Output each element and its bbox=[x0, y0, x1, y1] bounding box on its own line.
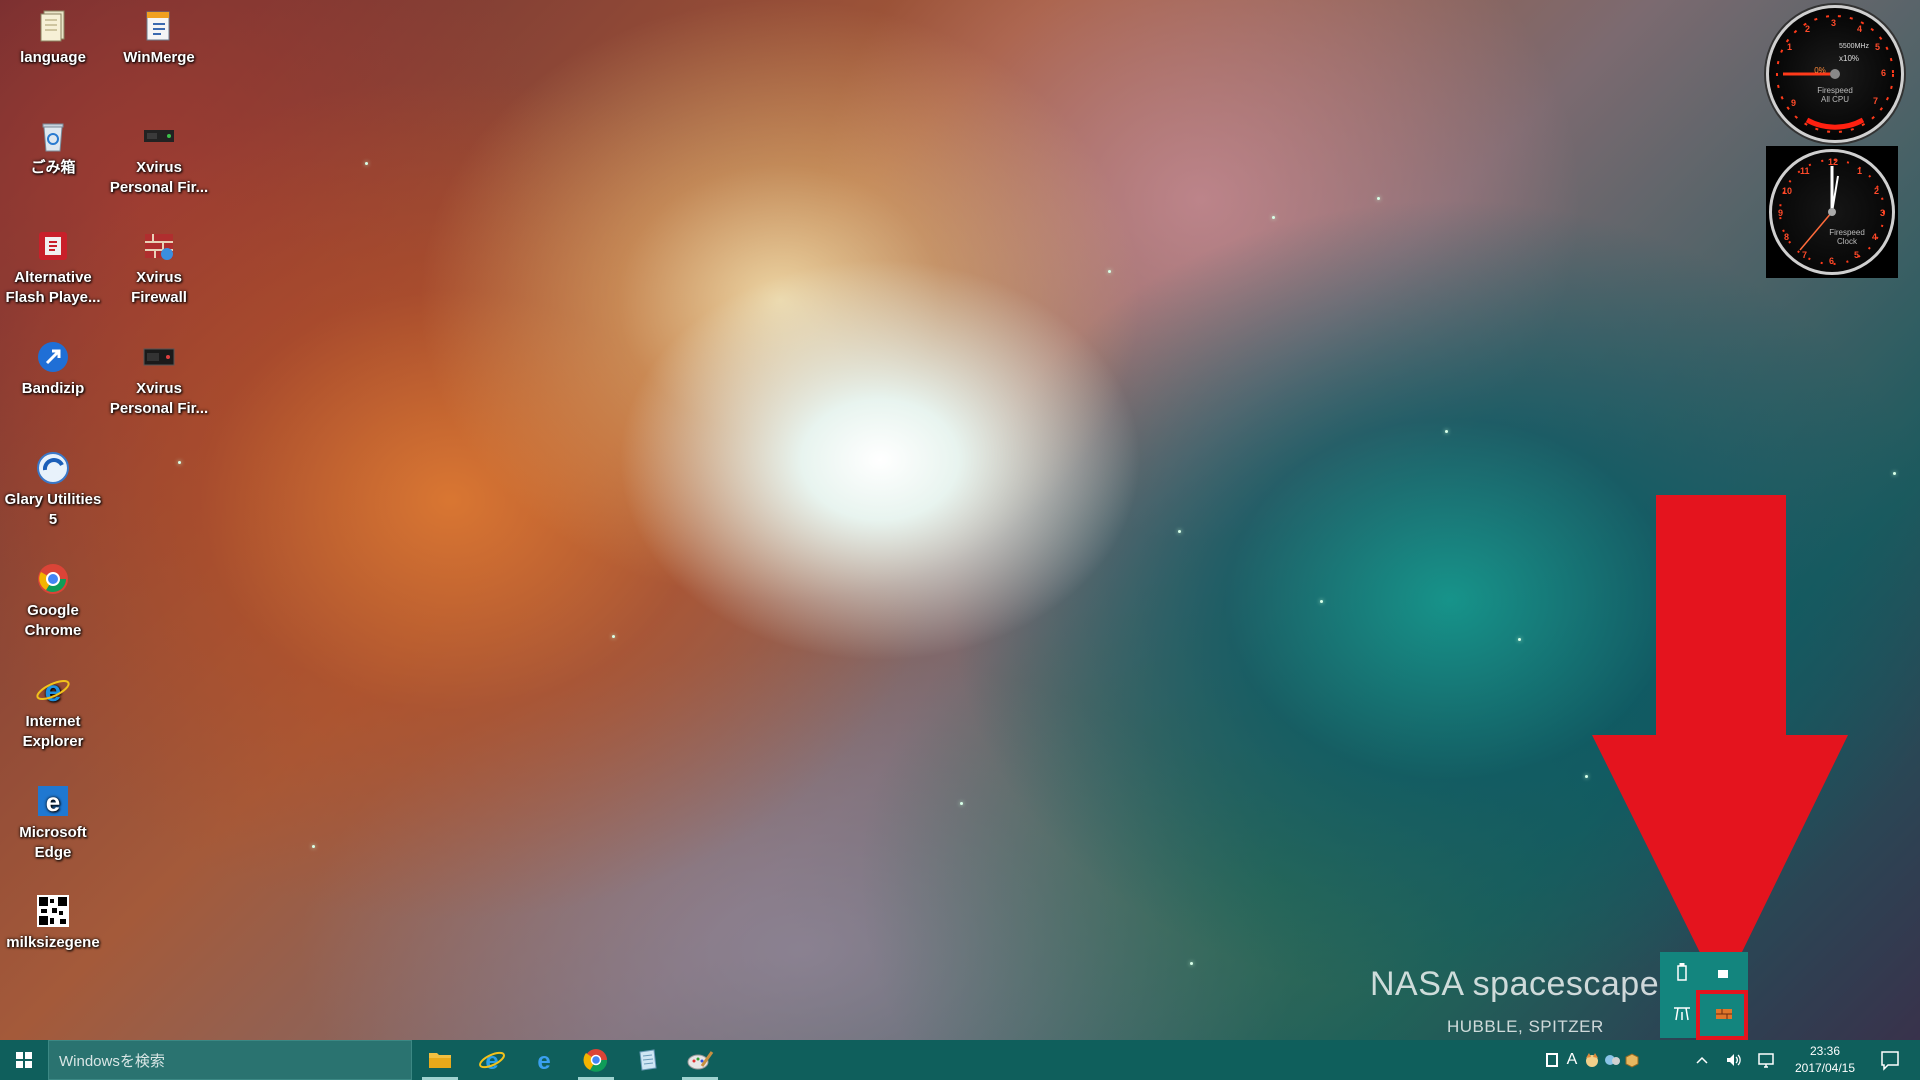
svg-text:e: e bbox=[46, 787, 60, 817]
windows-logo-icon bbox=[16, 1052, 32, 1068]
desktop-icon-internet-explorer[interactable]: e Internet Explorer bbox=[1, 672, 105, 752]
clock-caption-line1: Firespeed bbox=[1829, 228, 1865, 237]
network-icon[interactable] bbox=[1756, 1050, 1776, 1070]
desktop-icon-label: WinMerge bbox=[123, 49, 195, 66]
desktop-icon-label: Microsoft Edge bbox=[19, 824, 87, 861]
xvirus-firewall-icon bbox=[141, 228, 177, 264]
glary-utilities-icon bbox=[35, 450, 71, 486]
cpu-multiplier: x10% bbox=[1839, 54, 1860, 63]
flash-player-icon bbox=[35, 228, 71, 264]
desktop-icon-label: Bandizip bbox=[21, 380, 85, 397]
annotation-highlight-box bbox=[1696, 990, 1748, 1040]
internet-explorer-icon: e bbox=[35, 672, 71, 708]
taskbar-clock[interactable]: 23:36 2017/04/15 bbox=[1776, 1043, 1874, 1077]
desktop-icon-glary-utilities[interactable]: Glary Utilities 5 bbox=[1, 450, 105, 530]
desktop-icon-bandizip[interactable]: Bandizip bbox=[1, 339, 105, 399]
start-button[interactable] bbox=[0, 1040, 48, 1080]
desktop-icon-label: Xvirus Firewall bbox=[131, 269, 187, 306]
taskbar-search-box[interactable] bbox=[48, 1040, 412, 1080]
action-center-button[interactable] bbox=[1866, 1040, 1914, 1080]
tray-app-icon[interactable] bbox=[1542, 1050, 1562, 1070]
usb-device-icon[interactable] bbox=[1668, 960, 1696, 988]
xvirus-personal-firewall-icon bbox=[141, 118, 177, 154]
desktop-icon-flash-player[interactable]: Alternative Flash Playe... bbox=[1, 228, 105, 308]
edge-icon: e bbox=[35, 783, 71, 819]
search-input[interactable] bbox=[57, 1041, 401, 1080]
taskbar-app-notepad[interactable] bbox=[624, 1040, 672, 1080]
clock-face: 12 1 2 3 4 5 6 7 8 9 10 11 Firespeed Clo… bbox=[1769, 149, 1895, 275]
desktop-icon-label: milksizegene bbox=[6, 934, 100, 951]
clock-caption-line2: Clock bbox=[1836, 237, 1857, 246]
clock-hands-icon bbox=[1779, 159, 1885, 265]
paint-icon bbox=[687, 1051, 714, 1070]
ime-indicator[interactable]: A bbox=[1562, 1050, 1582, 1070]
show-hidden-icons-chevron-icon[interactable] bbox=[1692, 1050, 1712, 1070]
desktop-icon-xvirus-firewall[interactable]: Xvirus Firewall bbox=[107, 228, 211, 308]
desktop-icon-xvirus-personal-firewall-2[interactable]: Xvirus Personal Fir... bbox=[107, 339, 211, 419]
desktop-icon-google-chrome[interactable]: Google Chrome bbox=[1, 561, 105, 641]
wallpaper-subtitle: HUBBLE, SPITZER bbox=[1447, 1017, 1604, 1036]
annotation-arrow-icon bbox=[1592, 495, 1848, 995]
desktop-icon-label: ごみ箱 bbox=[30, 159, 76, 176]
edge-icon: e bbox=[537, 1048, 550, 1075]
desktop-icon-label: Alternative Flash Playe... bbox=[5, 269, 101, 306]
chrome-icon bbox=[583, 1049, 608, 1072]
desktop-icon-label: language bbox=[20, 49, 86, 66]
desktop-icon-label: Internet Explorer bbox=[22, 713, 84, 750]
network-share-icon[interactable] bbox=[1668, 1000, 1696, 1028]
cpu-caption-line2: All CPU bbox=[1820, 95, 1849, 104]
taskbar-app-paint[interactable] bbox=[676, 1040, 724, 1080]
tray-mascot-icon[interactable] bbox=[1582, 1050, 1602, 1070]
qr-code-icon bbox=[35, 893, 71, 929]
tray-app-icon[interactable] bbox=[1710, 960, 1738, 988]
desktop-icon-label: Glary Utilities 5 bbox=[4, 491, 102, 528]
taskbar-app-google-chrome[interactable] bbox=[572, 1040, 620, 1080]
taskbar-app-file-explorer[interactable] bbox=[416, 1040, 464, 1080]
recycle-bin-icon bbox=[35, 118, 71, 154]
desktop-icon-winmerge[interactable]: WinMerge bbox=[107, 8, 211, 68]
folder-document-icon bbox=[35, 8, 71, 44]
tray-package-icon[interactable] bbox=[1622, 1050, 1642, 1070]
desktop-icon-label: Google Chrome bbox=[24, 602, 82, 639]
desktop-icon-label: Xvirus Personal Fir... bbox=[109, 380, 209, 417]
notification-icon bbox=[1881, 1051, 1899, 1071]
desktop-icon-language[interactable]: language bbox=[1, 8, 105, 68]
taskbar-app-microsoft-edge[interactable]: e bbox=[520, 1040, 568, 1080]
winmerge-icon bbox=[141, 8, 177, 44]
clock-gadget[interactable]: 12 1 2 3 4 5 6 7 8 9 10 11 Firespeed Clo… bbox=[1766, 146, 1898, 278]
desktop-icon-label: Xvirus Personal Fir... bbox=[109, 159, 209, 196]
bandizip-icon bbox=[35, 339, 71, 375]
cpu-meter-gadget[interactable]: 3 4 5 6 7 2 1 9 5500MHz x10% 0% Firespee… bbox=[1766, 5, 1904, 143]
svg-text:e: e bbox=[537, 1048, 550, 1075]
xvirus-personal-firewall-icon bbox=[141, 339, 177, 375]
cpu-percent: 0% bbox=[1814, 66, 1826, 75]
cpu-caption-line1: Firespeed bbox=[1817, 86, 1853, 95]
desktop-icon-milksizegene[interactable]: milksizegene bbox=[1, 893, 105, 953]
desktop-icon-xvirus-personal-firewall[interactable]: Xvirus Personal Fir... bbox=[107, 118, 211, 198]
taskbar-app-internet-explorer[interactable]: e bbox=[468, 1040, 516, 1080]
volume-icon[interactable] bbox=[1724, 1050, 1744, 1070]
svg-text:e: e bbox=[485, 1048, 498, 1075]
taskbar: e e A bbox=[0, 1040, 1920, 1080]
internet-explorer-icon: e bbox=[479, 1048, 505, 1075]
desktop-icon-microsoft-edge[interactable]: e Microsoft Edge bbox=[1, 783, 105, 863]
svg-text:e: e bbox=[45, 675, 62, 708]
file-explorer-icon bbox=[429, 1053, 451, 1068]
cpu-speed: 5500MHz bbox=[1839, 43, 1869, 50]
desktop[interactable]: language ごみ箱 Alternative Flash Playe... … bbox=[0, 0, 1920, 1080]
clock-time: 23:36 bbox=[1809, 1044, 1841, 1058]
chrome-icon bbox=[35, 561, 71, 597]
tray-gadget-icon[interactable] bbox=[1602, 1050, 1622, 1070]
notepad-icon bbox=[639, 1049, 657, 1071]
clock-date: 2017/04/15 bbox=[1794, 1061, 1856, 1075]
desktop-icon-recycle-bin[interactable]: ごみ箱 bbox=[1, 118, 105, 178]
